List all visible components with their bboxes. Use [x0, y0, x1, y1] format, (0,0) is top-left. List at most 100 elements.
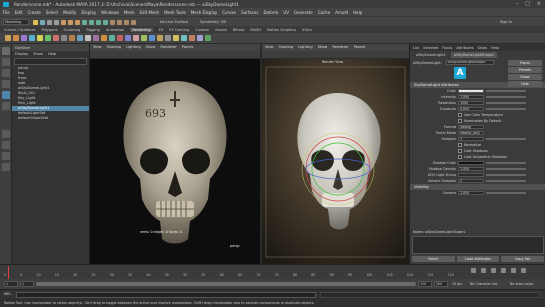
- command-input[interactable]: [16, 291, 316, 298]
- mel-label[interactable]: MEL: [4, 292, 11, 296]
- ae-presets-button[interactable]: Presets: [508, 67, 542, 73]
- shelf-tool-1-icon[interactable]: [5, 35, 11, 41]
- character-set-dropdown[interactable]: No Character Set: [470, 282, 497, 286]
- shelf-tool-3-icon[interactable]: [21, 35, 27, 41]
- shelf-tool-5-icon[interactable]: [37, 35, 43, 41]
- attr-slider[interactable]: [486, 180, 526, 182]
- ae-bottom-load-attributes-button[interactable]: Load Attributes: [456, 256, 500, 262]
- ae-hide-button[interactable]: Hide: [508, 81, 542, 87]
- shelf-tool-14-icon[interactable]: [109, 35, 115, 41]
- render-settings-icon[interactable]: [131, 19, 136, 25]
- viewport-render[interactable]: View Shading Lighting Show Renderer Panels Re…: [262, 44, 409, 264]
- step-forward-icon[interactable]: [511, 268, 516, 273]
- redo-icon[interactable]: [54, 19, 59, 25]
- rotate-tool-icon[interactable]: [2, 91, 10, 99]
- ipr-icon[interactable]: [124, 19, 129, 25]
- menu-display[interactable]: Display: [81, 10, 96, 15]
- attr-field[interactable]: [458, 172, 484, 178]
- menu-cache[interactable]: Cache: [318, 10, 330, 15]
- outliner-item[interactable]: defaultObjectSet: [12, 116, 89, 121]
- shelf-tool-10-icon[interactable]: [77, 35, 83, 41]
- time-slider[interactable]: 1 5 10 15 20 25 30 35 40 45 50 55 60 65 70 75 80 85 90 95 10…: [0, 264, 545, 279]
- viewport-menu-view[interactable]: View: [93, 44, 102, 51]
- render-icon[interactable]: [117, 19, 122, 25]
- step-back-icon[interactable]: [481, 268, 486, 273]
- attr-field[interactable]: interior_only: [458, 130, 484, 136]
- camera-attr-field[interactable]: 1.000: [458, 190, 484, 196]
- menu-help[interactable]: Help: [353, 10, 362, 15]
- shelf-tool-4-icon[interactable]: [29, 35, 35, 41]
- viewport-menu-shading[interactable]: Shading: [279, 44, 294, 51]
- fps-dropdown[interactable]: 24 fps: [452, 282, 462, 286]
- menu-windows[interactable]: Windows: [101, 10, 119, 15]
- attr-slider[interactable]: [486, 96, 526, 98]
- shelf-tab-bifrost[interactable]: Bifrost: [233, 28, 245, 32]
- menu-select[interactable]: Select: [46, 10, 58, 15]
- maximize-icon[interactable]: □: [525, 1, 530, 7]
- scale-tool-icon[interactable]: [2, 102, 10, 110]
- attr-field[interactable]: 1.000: [458, 166, 484, 172]
- shelf-tab-curves-surfaces[interactable]: Curves / Surfaces: [4, 28, 36, 32]
- layout-single-icon[interactable]: [2, 130, 10, 138]
- node-tab[interactable]: aiSkyDomeLight1: [413, 51, 449, 58]
- checkbox[interactable]: [458, 149, 462, 153]
- live-surface-label[interactable]: No Live Surface: [160, 20, 188, 24]
- viewport-menu-renderer[interactable]: Renderer: [332, 44, 348, 51]
- shelf-tab-xgen[interactable]: XGen: [302, 28, 312, 32]
- ae-tab-help[interactable]: Help: [491, 46, 499, 50]
- symmetry-label[interactable]: Symmetry: Off: [200, 20, 226, 24]
- anim-layer-dropdown[interactable]: No Anim Layer: [510, 282, 533, 286]
- shelf-tool-15-icon[interactable]: [117, 35, 123, 41]
- ae-bottom-select-button[interactable]: Select: [412, 256, 455, 262]
- ae-bottom-copy-tab-button[interactable]: Copy Tab: [501, 256, 545, 262]
- viewport-menu-show[interactable]: Show: [146, 44, 156, 51]
- outliner-menu-display[interactable]: Display: [15, 52, 28, 56]
- menu-mesh-display[interactable]: Mesh Display: [191, 10, 218, 15]
- shelf-tab-mash[interactable]: MASH: [250, 28, 261, 32]
- menu-mesh-tools[interactable]: Mesh Tools: [164, 10, 186, 15]
- shelf-tool-13-icon[interactable]: [101, 35, 107, 41]
- shelf-tab-motion-graphics[interactable]: Motion Graphics: [267, 28, 296, 32]
- outliner-search-input[interactable]: [14, 58, 87, 65]
- end-time-field[interactable]: 200: [434, 281, 448, 287]
- ae-tab-attributes[interactable]: Attributes: [456, 46, 473, 50]
- go-to-start-icon[interactable]: [471, 268, 476, 273]
- notes-textarea[interactable]: [412, 236, 544, 254]
- attr-field[interactable]: [458, 88, 484, 94]
- menu-deform[interactable]: Deform: [263, 10, 278, 15]
- checkbox[interactable]: [458, 113, 462, 117]
- menu-file[interactable]: File: [3, 10, 10, 15]
- attr-slider[interactable]: [486, 168, 526, 170]
- shelf-tool-8-icon[interactable]: [61, 35, 67, 41]
- outliner-menu-help[interactable]: Help: [48, 52, 56, 56]
- start-time-field[interactable]: 1: [4, 281, 18, 287]
- shelf-tool-12-icon[interactable]: [93, 35, 99, 41]
- layout-four-icon[interactable]: [2, 141, 10, 149]
- layout-two-icon[interactable]: [2, 152, 10, 160]
- viewport-menu-show[interactable]: Show: [318, 44, 328, 51]
- attr-field[interactable]: latlong: [458, 124, 484, 130]
- snap-curve-icon[interactable]: [89, 19, 94, 25]
- shelf-tool-6-icon[interactable]: [45, 35, 51, 41]
- shelf-tab-fx-caching[interactable]: FX Caching: [169, 28, 189, 32]
- ae-tab-focus[interactable]: Focus: [442, 46, 452, 50]
- viewport-menu-shading[interactable]: Shading: [107, 44, 122, 51]
- node-name-field[interactable]: aiSkyDomeLightShape1: [446, 60, 494, 65]
- shelf-tab-fx[interactable]: FX: [159, 28, 164, 32]
- ae-tab-show[interactable]: Show: [478, 46, 487, 50]
- select-object-icon[interactable]: [68, 19, 73, 25]
- viewport-menu-lighting[interactable]: Lighting: [298, 44, 313, 51]
- shelf-tab-sculpting[interactable]: Sculpting: [64, 28, 81, 32]
- select-hierarchy-icon[interactable]: [61, 19, 66, 25]
- attr-field[interactable]: [458, 160, 484, 166]
- checkbox[interactable]: [458, 155, 462, 159]
- shelf-tab-arnold[interactable]: Arnold: [215, 28, 227, 32]
- play-back-icon[interactable]: [491, 268, 496, 273]
- go-to-end-icon[interactable]: [521, 268, 526, 273]
- attr-slider[interactable]: [486, 174, 526, 176]
- paint-select-icon[interactable]: [2, 69, 10, 77]
- menu-surfaces[interactable]: Surfaces: [241, 10, 258, 15]
- ae-tab-list[interactable]: List: [413, 46, 419, 50]
- attr-slider[interactable]: [486, 108, 526, 110]
- menu-edit[interactable]: Edit: [15, 10, 23, 15]
